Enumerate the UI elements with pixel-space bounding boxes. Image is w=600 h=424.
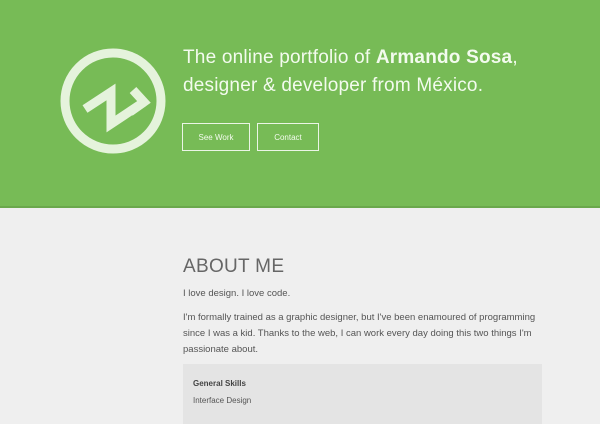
skills-panel: General Skills Interface Design [183, 364, 542, 424]
about-body: I'm formally trained as a graphic design… [183, 312, 536, 355]
hero-banner: The online portfolio of Armando Sosa, de… [0, 0, 600, 208]
skills-title: General Skills [193, 379, 246, 388]
logo-icon[interactable] [58, 46, 168, 156]
tagline-prefix: The online portfolio of [183, 47, 376, 68]
skills-item: Interface Design [193, 396, 252, 405]
tagline-comma: , [512, 47, 518, 68]
contact-button[interactable]: Contact [257, 123, 319, 151]
see-work-button[interactable]: See Work [182, 123, 250, 151]
about-title: ABOUT ME [183, 256, 285, 277]
tagline-line2: designer & developer from México. [183, 75, 484, 96]
about-intro: I love design. I love code. [183, 288, 291, 299]
hero-tagline: The online portfolio of Armando Sosa, de… [183, 44, 583, 100]
owner-name: Armando Sosa [375, 47, 513, 68]
about-section: ABOUT ME I love design. I love code. I'm… [183, 256, 543, 358]
